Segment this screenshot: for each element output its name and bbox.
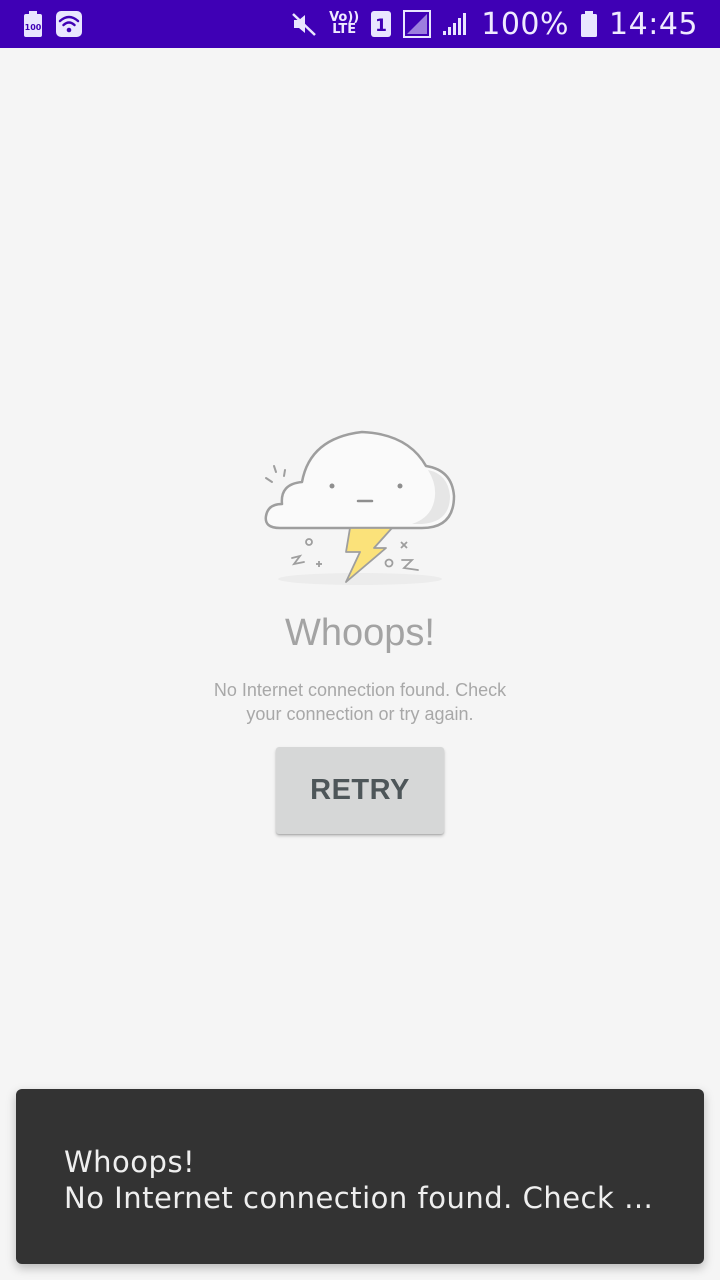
mute-icon [291,11,317,37]
error-message-line-2: your connection or try again. [246,704,474,724]
signal-strength-icon [443,12,469,36]
snackbar: Whoops! No Internet connection found. Ch… [16,1089,704,1264]
screen: 100 Vo)) LTE 1 100% 14:45 Whoops! No Int… [0,0,720,1280]
retry-button[interactable]: RETRY [276,747,444,834]
error-message: No Internet connection found. Check your… [180,678,540,726]
clock: 14:45 [609,6,698,42]
sim-icon: 1 [371,11,392,37]
status-bar: 100 Vo)) LTE 1 100% 14:45 [0,0,720,48]
sim-label: 1 [375,16,387,36]
volte-indicator: Vo)) LTE [329,11,359,37]
wifi-notification-icon [56,11,82,37]
status-bar-left: 100 [24,11,82,37]
battery-percent: 100% [481,6,570,42]
battery-icon [581,11,598,37]
error-message-line-1: No Internet connection found. Check [213,680,507,700]
snackbar-title: Whoops! [64,1145,196,1179]
battery-notification-icon: 100 [24,11,42,37]
error-title: Whoops! [285,612,435,654]
snackbar-message: No Internet connection found. Check … [64,1181,654,1215]
battery-notification-label: 100 [25,23,42,32]
status-bar-right: Vo)) LTE 1 100% 14:45 [291,7,698,42]
cloud-lightning-icon [262,424,458,590]
no-signal-icon [403,10,432,38]
volte-bottom-label: LTE [332,22,357,37]
